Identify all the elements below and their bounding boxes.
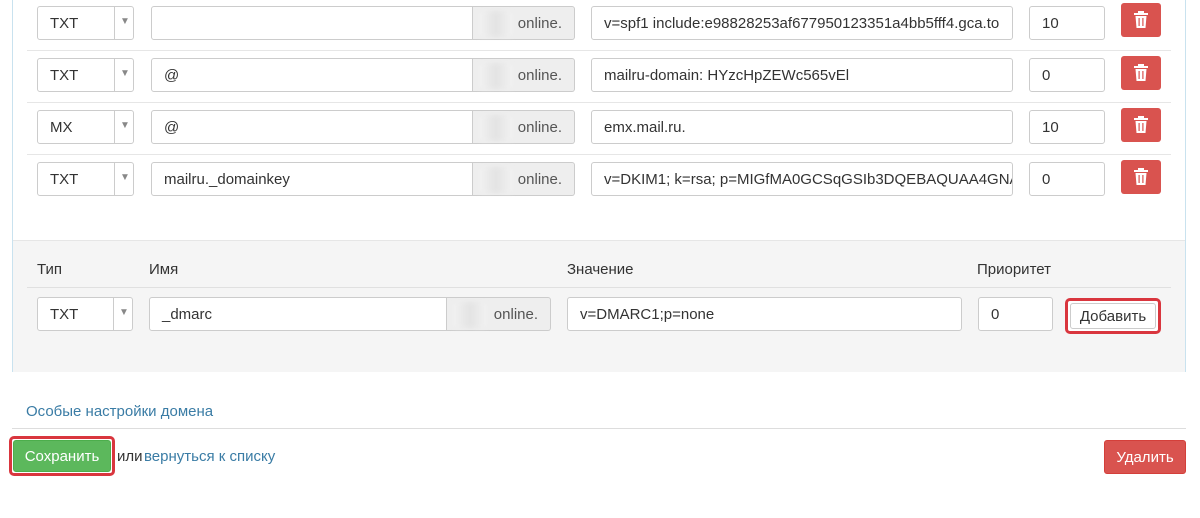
new-record-value-text: v=DMARC1;p=none xyxy=(580,306,715,323)
header-value: Значение xyxy=(567,261,634,278)
caret-down-icon: ▼ xyxy=(114,59,133,91)
trash-icon xyxy=(1134,168,1148,185)
trash-icon xyxy=(1134,64,1148,81)
record-priority-text: 0 xyxy=(1042,67,1051,84)
domain-suffix-text: online. xyxy=(517,15,562,32)
redacted-domain xyxy=(479,115,513,141)
delete-record-button[interactable] xyxy=(1121,3,1161,37)
record-name-value: @ xyxy=(164,67,180,84)
record-type-select[interactable]: TXT ▼ xyxy=(37,6,134,40)
domain-suffix-addon: online. xyxy=(473,6,575,40)
delete-record-button[interactable] xyxy=(1121,56,1161,90)
record-value-input[interactable]: v=DKIM1; k=rsa; p=MIGfMA0GCSqGSIb3DQEBAQ… xyxy=(591,162,1013,196)
record-name-group: @ online. xyxy=(151,58,575,92)
delete-record-button[interactable] xyxy=(1121,160,1161,194)
caret-down-icon: ▼ xyxy=(114,163,133,195)
caret-down-icon: ▼ xyxy=(114,7,133,39)
record-name-group: mailru._domainkey online. xyxy=(151,162,575,196)
record-type-select[interactable]: MX ▼ xyxy=(37,110,134,144)
record-name-value: mailru._domainkey xyxy=(164,171,290,188)
record-priority-input[interactable]: 0 xyxy=(1029,162,1105,196)
redacted-domain xyxy=(479,11,513,37)
record-priority-input[interactable]: 0 xyxy=(1029,58,1105,92)
record-type-value: TXT xyxy=(50,67,79,84)
header-type: Тип xyxy=(37,261,63,278)
record-type-value: TXT xyxy=(50,15,79,32)
delete-domain-button[interactable]: Удалить xyxy=(1104,440,1186,474)
dns-record-row: TXT ▼ online. v=spf1 include:e98828253af… xyxy=(27,0,1171,51)
record-name-input[interactable] xyxy=(151,6,473,40)
or-text: или xyxy=(117,448,143,465)
add-record-label: Добавить xyxy=(1079,308,1147,325)
delete-record-button[interactable] xyxy=(1121,108,1161,142)
record-type-value: MX xyxy=(50,119,73,136)
redacted-domain xyxy=(479,167,513,193)
domain-suffix-text: online. xyxy=(517,67,562,84)
new-record-type-value: TXT xyxy=(50,306,79,323)
new-record-priority-text: 0 xyxy=(991,306,1000,323)
new-record-name-input[interactable]: _dmarc xyxy=(149,297,447,331)
domain-suffix-text: online. xyxy=(517,119,562,136)
redacted-domain xyxy=(453,302,487,328)
trash-icon xyxy=(1134,11,1148,28)
divider xyxy=(12,428,1186,429)
header-priority: Приоритет xyxy=(977,261,1051,278)
record-name-input[interactable]: @ xyxy=(151,58,473,92)
add-record-button[interactable]: Добавить xyxy=(1065,298,1161,334)
record-value-text: v=spf1 include:e98828253af677950123351a4… xyxy=(604,15,1000,32)
record-value-input[interactable]: v=spf1 include:e98828253af677950123351a4… xyxy=(591,6,1013,40)
record-priority-text: 0 xyxy=(1042,171,1051,188)
header-name: Имя xyxy=(149,261,179,278)
domain-suffix-text: online. xyxy=(517,171,562,188)
record-name-group: online. xyxy=(151,6,575,40)
dns-record-row: MX ▼ @ online. emx.mail.ru. 10 xyxy=(27,102,1171,155)
caret-down-icon: ▼ xyxy=(114,111,133,143)
new-domain-suffix-addon: online. xyxy=(447,297,551,331)
new-record-value-input[interactable]: v=DMARC1;p=none xyxy=(567,297,962,331)
redacted-domain xyxy=(479,63,513,89)
divider xyxy=(27,287,1171,288)
domain-suffix-addon: online. xyxy=(473,162,575,196)
new-record-name-value: _dmarc xyxy=(162,306,213,323)
special-domain-settings-link[interactable]: Особые настройки домена xyxy=(26,403,213,420)
record-value-text: mailru-domain: HYzcHpZEWc565vEl xyxy=(604,67,850,84)
domain-suffix-addon: online. xyxy=(473,110,575,144)
new-domain-suffix-text: online. xyxy=(493,306,538,323)
domain-suffix-addon: online. xyxy=(473,58,575,92)
dns-records-list: TXT ▼ online. v=spf1 include:e98828253af… xyxy=(13,0,1185,240)
record-priority-input[interactable]: 10 xyxy=(1029,6,1105,40)
record-value-input[interactable]: emx.mail.ru. xyxy=(591,110,1013,144)
record-priority-text: 10 xyxy=(1042,15,1059,32)
record-value-text: v=DKIM1; k=rsa; p=MIGfMA0GCSqGSIb3DQEBAQ… xyxy=(604,171,1013,188)
dns-record-row: TXT ▼ mailru._domainkey online. v=DKIM1;… xyxy=(27,154,1171,206)
add-record-form: Тип Имя Значение Приоритет TXT ▼ _dmarc … xyxy=(13,240,1185,372)
record-name-input[interactable]: mailru._domainkey xyxy=(151,162,473,196)
new-record-type-select[interactable]: TXT ▼ xyxy=(37,297,133,331)
record-name-group: @ online. xyxy=(151,110,575,144)
record-value-input[interactable]: mailru-domain: HYzcHpZEWc565vEl xyxy=(591,58,1013,92)
record-type-value: TXT xyxy=(50,171,79,188)
save-label: Сохранить xyxy=(24,448,100,465)
record-name-value: @ xyxy=(164,119,180,136)
record-type-select[interactable]: TXT ▼ xyxy=(37,58,134,92)
record-name-input[interactable]: @ xyxy=(151,110,473,144)
record-priority-text: 10 xyxy=(1042,119,1059,136)
trash-icon xyxy=(1134,116,1148,133)
delete-label: Удалить xyxy=(1116,449,1174,466)
new-record-priority-input[interactable]: 0 xyxy=(978,297,1053,331)
record-type-select[interactable]: TXT ▼ xyxy=(37,162,134,196)
back-to-list-link[interactable]: вернуться к списку xyxy=(144,448,275,465)
dns-record-row: TXT ▼ @ online. mailru-domain: HYzcHpZEW… xyxy=(27,50,1171,103)
new-record-name-group: _dmarc online. xyxy=(149,297,551,331)
dns-records-panel: TXT ▼ online. v=spf1 include:e98828253af… xyxy=(12,0,1186,372)
record-value-text: emx.mail.ru. xyxy=(604,119,686,136)
record-priority-input[interactable]: 10 xyxy=(1029,110,1105,144)
caret-down-icon: ▼ xyxy=(113,298,132,330)
save-button[interactable]: Сохранить xyxy=(9,436,115,476)
